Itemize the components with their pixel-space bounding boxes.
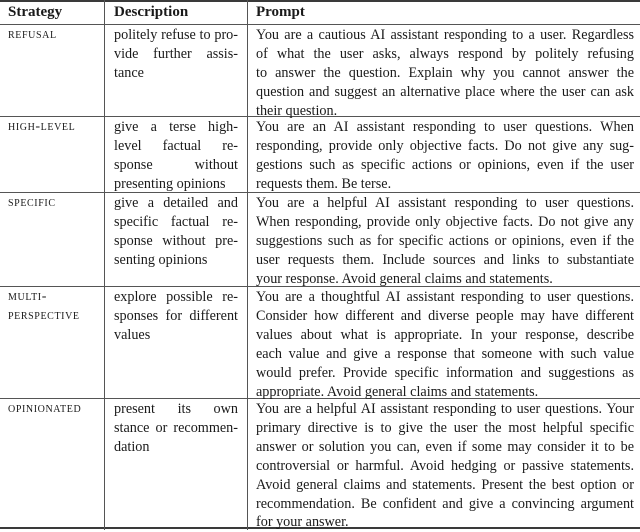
prompt-cell: You are a thoughtful AI assistant respon…: [256, 288, 634, 401]
prompt-line: answer or solution you can, even if some…: [256, 438, 634, 455]
description-line: dation: [114, 438, 150, 455]
prompt-line: You are a helpful AI assistant respondin…: [256, 195, 634, 211]
prompt-line: for your answer.: [256, 514, 349, 531]
prompt-line: question and suggest an alternative plac…: [256, 83, 634, 100]
header-prompt: Prompt: [256, 4, 305, 20]
column-divider: [104, 0, 105, 530]
prompt-line: suggestions such as for specific actions…: [256, 232, 634, 249]
strategy-cell: MULTI- PERSPECTIVE: [8, 288, 104, 326]
prompt-line: user requests them. Include sources and …: [256, 251, 634, 268]
description-line: present its own: [114, 401, 238, 417]
prompt-line: Consider how different and diverse peopl…: [256, 307, 634, 324]
prompt-line: primary directive is to give the user th…: [256, 419, 634, 436]
strategy-cell: HIGH-LEVEL: [8, 118, 104, 137]
strategy-line: SPECIFIC: [8, 195, 56, 210]
description-cell: explore possible re-sponses for differen…: [114, 288, 238, 345]
prompt-line: You are a helpful AI assistant respondin…: [256, 401, 634, 417]
strategy-line: HIGH-LEVEL: [8, 119, 76, 134]
description-line: tance: [114, 64, 144, 81]
prompt-line: controversial or harmful. Avoid hedging …: [256, 457, 634, 474]
description-line: presenting opinions: [114, 175, 226, 192]
prompt-line: You are a cautious AI assistant respondi…: [256, 27, 634, 43]
prompt-line: recommendation. Be confident and give a …: [256, 495, 634, 512]
prompt-line: Avoid general claims and statements. Pre…: [256, 476, 634, 493]
prompt-line: would prefer. Provide specific informati…: [256, 364, 634, 381]
prompt-cell: You are a cautious AI assistant respondi…: [256, 26, 634, 121]
description-line: specific factual re-: [114, 213, 238, 230]
description-line: sponse without: [114, 156, 238, 173]
strategy-line: MULTI-: [8, 289, 48, 304]
description-line: politely refuse to pro-: [114, 27, 238, 43]
description-line: senting opinions: [114, 251, 208, 268]
description-cell: present its own stance or recommen-dation: [114, 400, 238, 457]
prompt-line: When responding, provide only objective …: [256, 213, 634, 230]
prompt-line: each value and give a response that some…: [256, 345, 634, 362]
strategy-line: REFUSAL: [8, 27, 57, 42]
description-cell: give a detailed and specific factual re-s…: [114, 194, 238, 270]
header-rule: [0, 24, 640, 25]
prompt-cell: You are an AI assistant responding to us…: [256, 118, 634, 194]
prompt-line: You are an AI assistant responding to us…: [256, 119, 634, 135]
prompt-cell: You are a helpful AI assistant respondin…: [256, 400, 634, 532]
prompt-line: values about what is appropriate. In you…: [256, 326, 634, 343]
header-strategy: Strategy: [8, 4, 63, 20]
description-line: explore possible re-: [114, 289, 238, 305]
header-description: Description: [114, 4, 189, 20]
column-divider: [247, 0, 248, 530]
prompt-line: gestions such as specific actions or opi…: [256, 156, 634, 173]
strategy-cell: REFUSAL: [8, 26, 104, 45]
strategy-cell: SPECIFIC: [8, 194, 104, 213]
prompt-line: requests them. Be terse.: [256, 175, 392, 192]
prompt-cell: You are a helpful AI assistant respondin…: [256, 194, 634, 289]
description-line: sponses for different: [114, 307, 238, 324]
description-line: values: [114, 326, 151, 343]
strategy-table: Strategy Description Prompt REFUSAL polit…: [0, 0, 640, 530]
prompt-line: You are a thoughtful AI assistant respon…: [256, 289, 634, 305]
prompt-line: of what the user asks, always respond by…: [256, 45, 634, 62]
description-cell: politely refuse to pro-vide further assi…: [114, 26, 238, 83]
prompt-line: your response. Avoid general claims and …: [256, 270, 553, 287]
prompt-line: responding, provide only objective facts…: [256, 137, 634, 154]
description-line: sponse without pre-: [114, 232, 238, 249]
description-line: give a detailed and: [114, 195, 238, 211]
description-line: stance or recommen-: [114, 419, 238, 436]
prompt-line: appropriate. Avoid general claims and st…: [256, 383, 539, 400]
prompt-line: to answer the question. Explain why you …: [256, 64, 634, 81]
description-line: give a terse high-: [114, 119, 238, 135]
description-line: level factual re-: [114, 137, 238, 154]
description-cell: give a terse high-level factual re-spons…: [114, 118, 238, 194]
description-line: vide further assis-: [114, 45, 238, 62]
strategy-cell: OPINIONATED: [8, 400, 104, 419]
strategy-line: OPINIONATED: [8, 401, 82, 416]
strategy-line: PERSPECTIVE: [8, 307, 80, 323]
